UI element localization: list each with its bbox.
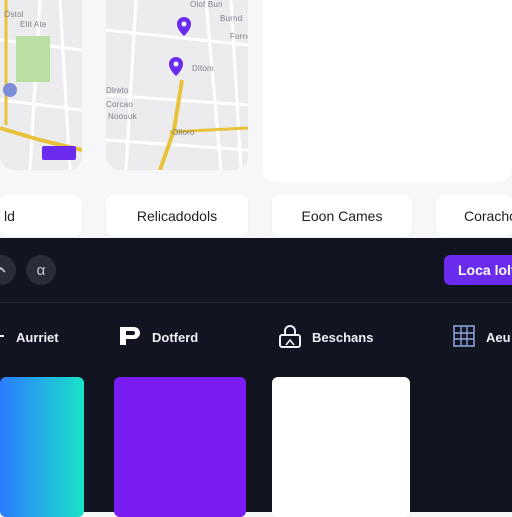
map-label: Dltom xyxy=(192,64,214,73)
map-card-right[interactable]: Olof Bun Burnd Fornd Dltom Dlreto Corcao… xyxy=(106,0,248,170)
tab-label: Aurriet xyxy=(16,329,59,345)
primary-action-button[interactable]: Loca lolt xyxy=(444,255,512,285)
map-label: Burnd xyxy=(220,14,243,23)
chip-label: Relicadodols xyxy=(136,208,218,224)
alpha-icon[interactable]: α xyxy=(26,255,56,285)
logo-icon xyxy=(118,325,142,350)
empty-card xyxy=(262,0,512,182)
map-label: Elit Ate xyxy=(20,20,47,29)
map-label: Corcao xyxy=(106,100,133,109)
white-swatch[interactable] xyxy=(272,377,410,517)
tab-aurriet[interactable]: Aurriet xyxy=(0,325,59,349)
purple-swatch[interactable] xyxy=(114,377,246,517)
map-label: Olof Bun xyxy=(190,0,223,9)
filter-chip[interactable]: Relicadodols xyxy=(106,195,248,237)
park-area xyxy=(16,36,50,82)
button-label: Loca lolt xyxy=(458,262,512,278)
map-label: Noouuk xyxy=(108,112,137,121)
filter-chip[interactable]: Coracho xyxy=(436,195,512,237)
map-right-canvas xyxy=(106,0,248,170)
tab-dotferd[interactable]: Dotferd xyxy=(118,325,198,349)
grid-icon xyxy=(452,324,476,351)
divider xyxy=(0,302,512,303)
location-dot xyxy=(3,83,17,97)
map-label: Olloro xyxy=(172,128,195,137)
chip-label: ld xyxy=(4,208,15,224)
chip-label: Coracho xyxy=(464,208,512,224)
alpha-symbol: α xyxy=(36,261,46,279)
map-card-left[interactable]: Ostol Elit Ate xyxy=(0,0,82,170)
map-label: Fornd xyxy=(230,32,248,41)
minus-icon xyxy=(0,330,6,345)
map-badge xyxy=(42,146,76,160)
chevron-icon[interactable] xyxy=(0,255,16,285)
map-label: Ostol xyxy=(4,10,24,19)
lock-icon xyxy=(278,324,302,351)
gradient-swatch[interactable] xyxy=(0,377,84,517)
tab-beschans[interactable]: Beschans xyxy=(278,324,374,351)
filter-chip[interactable]: ld xyxy=(0,195,82,237)
dark-panel: α Loca lolt Aurriet Dotferd Beschans Aeu xyxy=(0,238,512,517)
tab-label: Beschans xyxy=(312,329,374,345)
tab-label: Dotferd xyxy=(152,329,199,345)
filter-chip[interactable]: Eoon Cames xyxy=(272,195,412,237)
map-label: Dlreto xyxy=(106,86,129,95)
tab-label: Aeu xyxy=(486,329,511,345)
tab-aeu[interactable]: Aeu xyxy=(452,324,511,351)
map-section: Ostol Elit Ate Olof Bun Burnd Forn Dltom… xyxy=(0,0,512,238)
chip-label: Eoon Cames xyxy=(301,208,383,224)
